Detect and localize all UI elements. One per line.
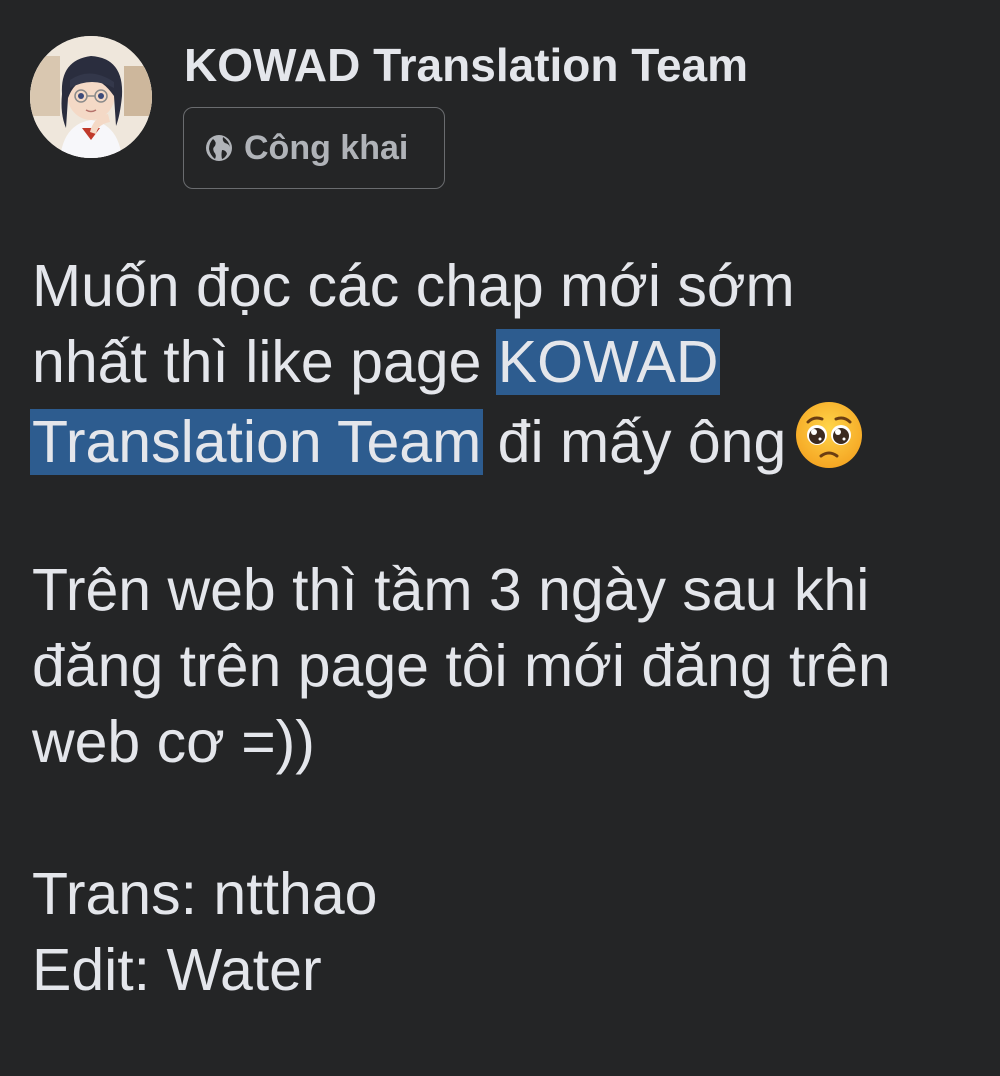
credit-trans: Trans: ntthao	[32, 861, 378, 927]
post-text: Muốn đọc các chap mới sớm nhất thì like …	[30, 248, 982, 1008]
post-text-segment: đi mấy ông	[481, 409, 787, 475]
pleading-face-emoji	[796, 402, 863, 468]
author-name[interactable]: KOWAD Translation Team	[184, 38, 748, 92]
post-text-segment: nhất thì like page	[32, 329, 498, 395]
post-text-segment: web cơ =))	[32, 709, 315, 775]
privacy-label: Công khai	[244, 128, 409, 167]
avatar[interactable]	[30, 36, 152, 158]
post-text-segment: Trên web thì tầm 3 ngày sau khi	[32, 557, 870, 623]
page-link[interactable]: Translation Team	[30, 409, 484, 475]
credit-edit: Edit: Water	[32, 937, 322, 1003]
post-line: Trans: ntthao	[32, 856, 982, 932]
post-line: Edit: Water	[32, 932, 982, 1008]
page-link[interactable]: KOWAD	[495, 329, 721, 395]
post-line: Muốn đọc các chap mới sớm	[32, 248, 982, 324]
post-line: Trên web thì tầm 3 ngày sau khi	[32, 552, 982, 628]
post-text-segment: Muốn đọc các chap mới sớm	[32, 253, 795, 319]
globe-icon	[206, 135, 232, 161]
post-line: web cơ =))	[32, 704, 982, 780]
privacy-button[interactable]: Công khai	[183, 107, 445, 189]
post-text-segment: đăng trên page tôi mới đăng trên	[32, 633, 891, 699]
post-line: đăng trên page tôi mới đăng trên	[32, 628, 982, 704]
avatar-image	[30, 36, 152, 158]
post-line: nhất thì like page KOWAD	[32, 324, 982, 400]
post-line: Translation Team đi mấy ông	[30, 400, 982, 476]
